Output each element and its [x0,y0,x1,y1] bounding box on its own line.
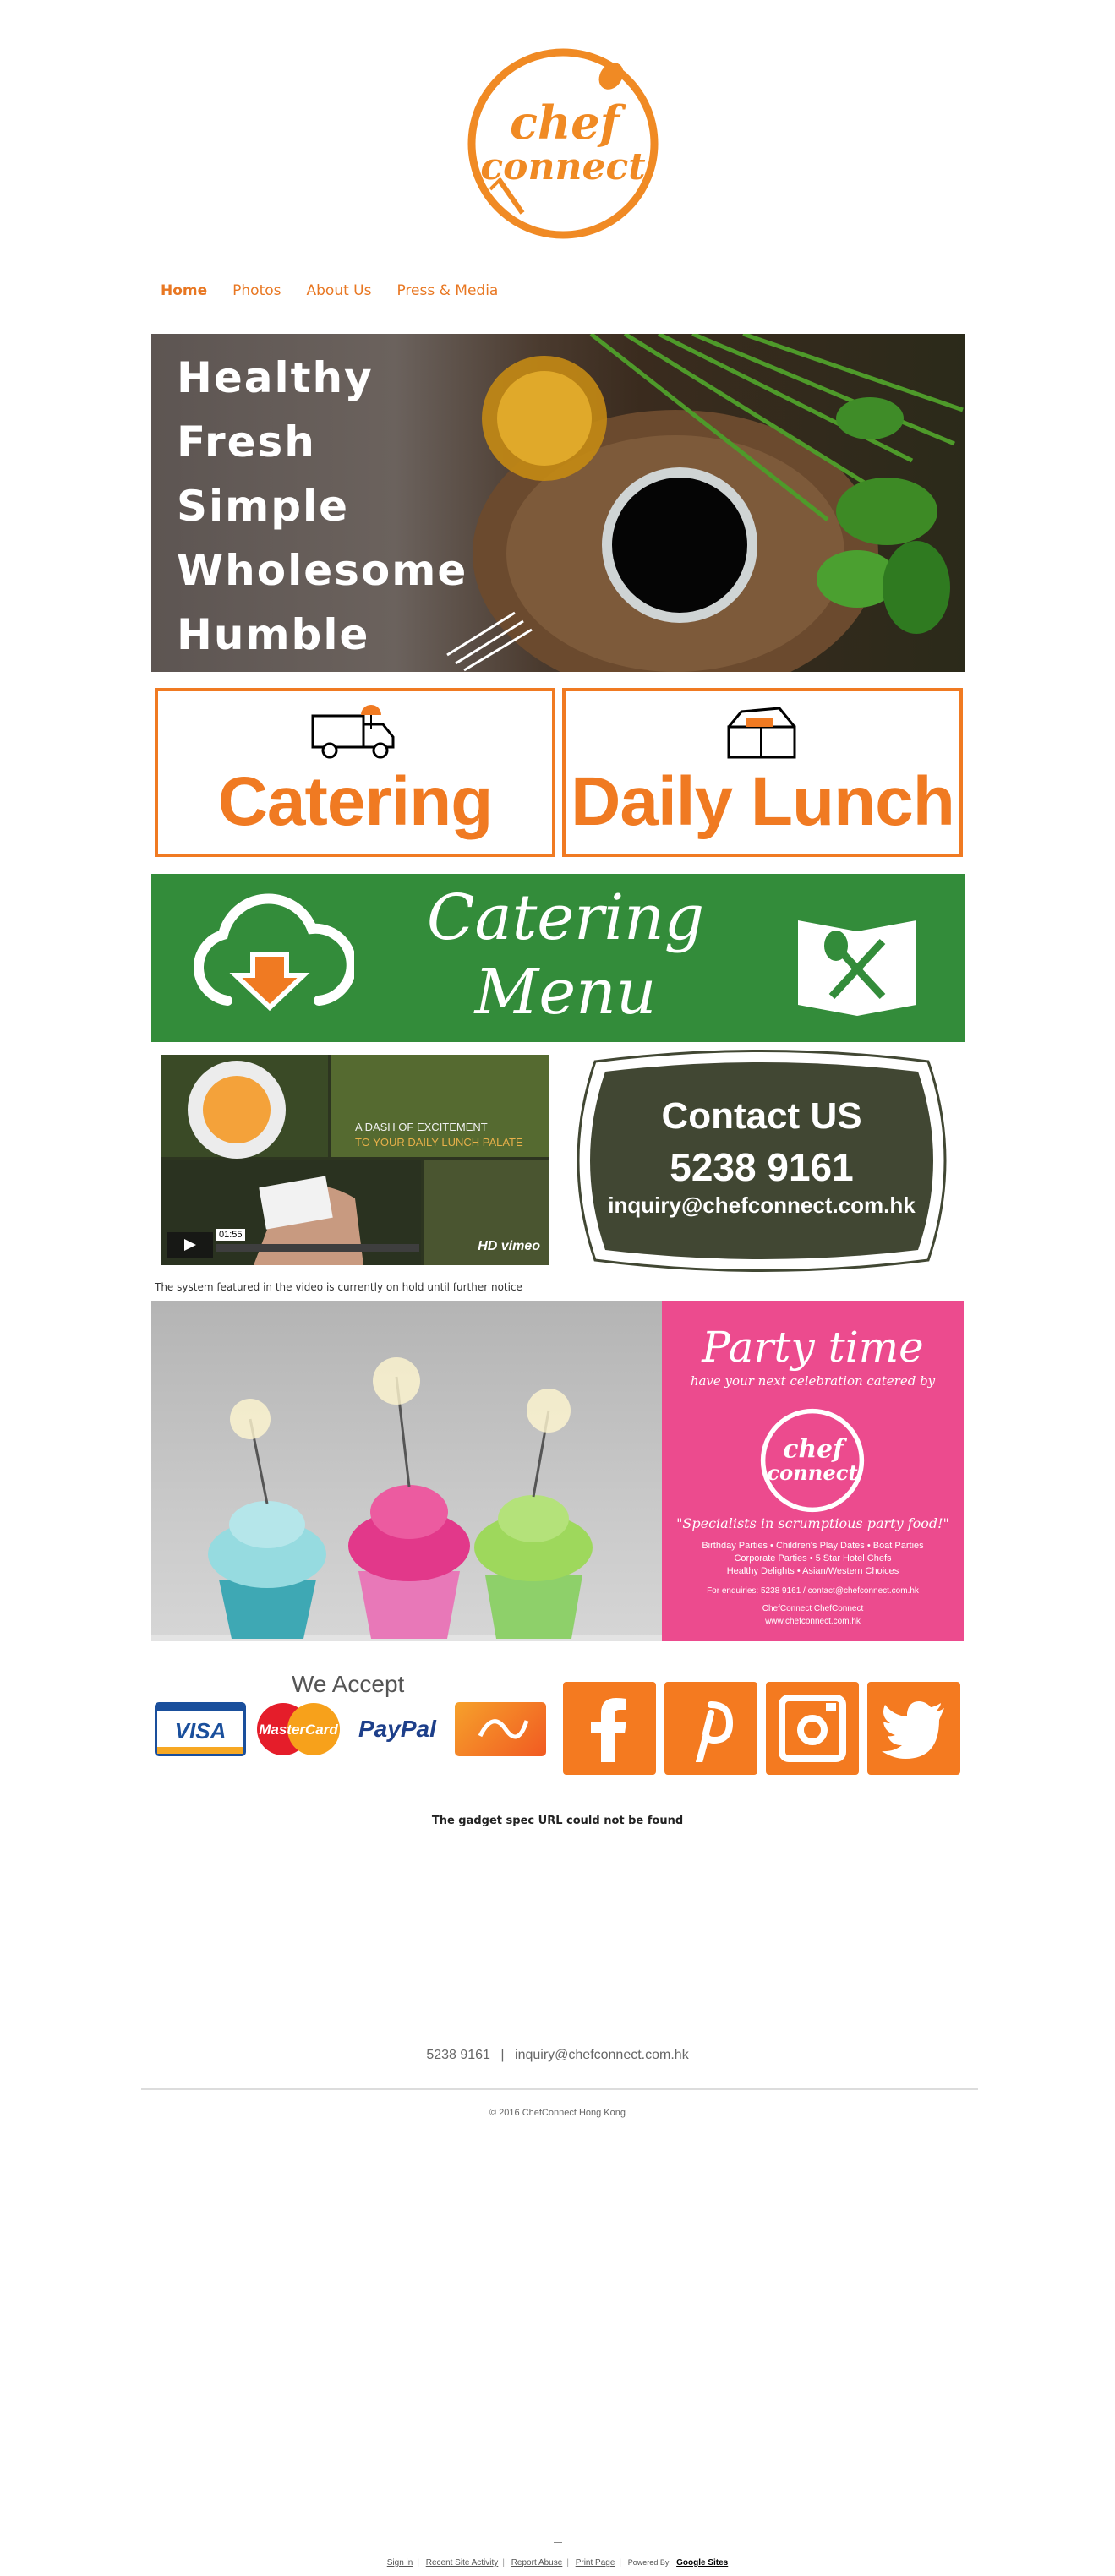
google-sites-footer: Sign in | Recent Site Activity | Report Ab… [0,2558,1115,2568]
party-time-panel: Party time have your next celebration ca… [662,1301,964,1641]
nav-press-media[interactable]: Press & Media [396,282,498,299]
party-subtitle: have your next celebration catered by [690,1373,936,1389]
visa-text: VISA [174,1718,227,1744]
contact-email[interactable]: inquiry@chefconnect.com.hk [561,1192,962,1219]
catering-menu-banner[interactable]: Catering Menu [151,874,965,1042]
nav-home[interactable]: Home [161,282,207,299]
hd-label: HD [478,1239,498,1253]
pinterest-button[interactable] [664,1682,757,1775]
video-notice: The system featured in the video is curr… [155,1281,522,1293]
play-icon [184,1239,196,1251]
powered-by-label: Powered By [627,2558,670,2567]
daily-lunch-button[interactable]: Daily Lunch [562,688,963,857]
hero-tagline: Healthy Fresh Simple Wholesome Humble [177,346,467,667]
party-title: Party time [702,1323,924,1372]
cupcake-blue [208,1501,326,1639]
hero-word-simple: Simple [177,482,350,531]
cupcake-green [474,1495,593,1639]
daily-lunch-label: Daily Lunch [571,763,955,840]
party-line-3: Healthy Delights • Asian/Western Choices [726,1566,899,1576]
footer-sep: | [417,2558,419,2568]
delivery-truck-icon [311,705,395,759]
menu-book-icon [798,920,916,1016]
recent-site-activity-link[interactable]: Recent Site Activity [426,2558,499,2568]
catering-label: Catering [217,763,494,840]
party-logo-connect: connect [767,1460,857,1485]
paypal-text: PayPal [358,1716,436,1742]
party-social: ChefConnect ChefConnect [762,1604,864,1613]
video-quality-badge[interactable]: HD vimeo [478,1239,540,1254]
footer-sep: | [502,2558,505,2568]
hero-word-humble: Humble [177,610,370,659]
footer-email[interactable]: inquiry@chefconnect.com.hk [515,2048,689,2062]
footer-contact: 5238 9161 | inquiry@chefconnect.com.hk [0,2048,1115,2063]
catering-menu-line2: Menu [474,956,657,1029]
logo-text-chef: chef [510,96,626,150]
play-button[interactable] [167,1232,213,1258]
video-overlay-line2: TO YOUR DAILY LUNCH PALATE [355,1136,523,1149]
party-time-banner: Party time have your next celebration ca… [151,1301,964,1641]
mastercard-text: MasterCard [259,1722,338,1738]
contact-phone[interactable]: 5238 9161 [561,1144,962,1190]
video-overlay-line1: A DASH OF EXCITEMENT [355,1121,488,1133]
copyright: © 2016 ChefConnect Hong Kong [489,2108,626,2118]
facebook-button[interactable] [563,1682,656,1775]
party-logo: chef connect [760,1408,865,1513]
party-logo-chef: chef [783,1435,848,1465]
catering-button[interactable]: Catering [155,688,555,857]
footer-sep: | [619,2558,622,2568]
facebook-icon [591,1698,626,1762]
mastercard-logo: MasterCard [251,1702,346,1756]
footer-dash [554,2542,562,2543]
twitter-button[interactable] [867,1682,960,1775]
report-abuse-link[interactable]: Report Abuse [511,2558,563,2568]
logo-graphic: chef connect [467,48,659,239]
hero-word-wholesome: Wholesome [177,546,468,595]
chefconnect-logo[interactable]: chef connect [463,44,663,243]
hero-word-fresh: Fresh [177,418,316,467]
logo-text-connect: connect [480,145,645,188]
twitter-icon [882,1701,944,1759]
octopus-card-logo [455,1702,546,1756]
lunch-box-icon [727,707,796,759]
footer-phone[interactable]: 5238 9161 [426,2048,490,2062]
party-line-1: Birthday Parties • Children's Play Dates… [702,1541,924,1551]
vimeo-logo: vimeo [500,1239,540,1253]
catering-menu-line1: Catering [426,881,705,954]
we-accept-title: We Accept [292,1671,405,1697]
gadget-error-message: The gadget spec URL could not be found [431,1815,684,1827]
octopus-symbol [478,1719,529,1739]
cupcakes-illustration [151,1357,662,1641]
nav-about-us[interactable]: About Us [307,282,372,299]
catering-menu-title: Catering Menu [405,881,726,1029]
hero-banner: Healthy Fresh Simple Wholesome Humble [151,334,965,672]
google-sites-link[interactable]: Google Sites [676,2558,728,2568]
footer-divider [141,2088,978,2090]
print-page-link[interactable]: Print Page [576,2558,615,2568]
cupcake-pink [348,1485,470,1639]
promo-video[interactable]: A DASH OF EXCITEMENT TO YOUR DAILY LUNCH… [161,1055,549,1265]
nav-photos[interactable]: Photos [232,282,281,299]
party-enquiries: For enquiries: 5238 9161 / contact@chefc… [707,1586,919,1596]
contact-title: Contact US [661,1095,862,1137]
cloud-download-icon [194,893,354,1012]
main-nav: Home Photos About Us Press & Media [161,282,523,299]
party-website: www.chefconnect.com.hk [765,1617,861,1626]
sign-in-link[interactable]: Sign in [387,2558,413,2568]
footer-sep: | [566,2558,569,2568]
paypal-logo: PayPal [355,1702,448,1756]
mastercard-circles: MasterCard [257,1703,340,1755]
footer-separator: | [500,2048,505,2062]
contact-us-badge[interactable]: Contact US 5238 9161 inquiry@chefconnect… [561,1045,962,1277]
party-quote: "Specialists in scrumptious party food!" [676,1515,949,1531]
instagram-button[interactable] [766,1682,859,1775]
cupcakes-image [151,1301,662,1641]
party-line-2: Corporate Parties • 5 Star Hotel Chefs [734,1553,892,1564]
video-duration: 01:55 [216,1229,245,1241]
visa-card-logo: VISA [155,1702,246,1756]
video-progress-bar[interactable] [216,1244,419,1252]
pinterest-icon [696,1701,734,1762]
hero-word-healthy: Healthy [177,353,374,402]
instagram-icon [779,1695,846,1762]
